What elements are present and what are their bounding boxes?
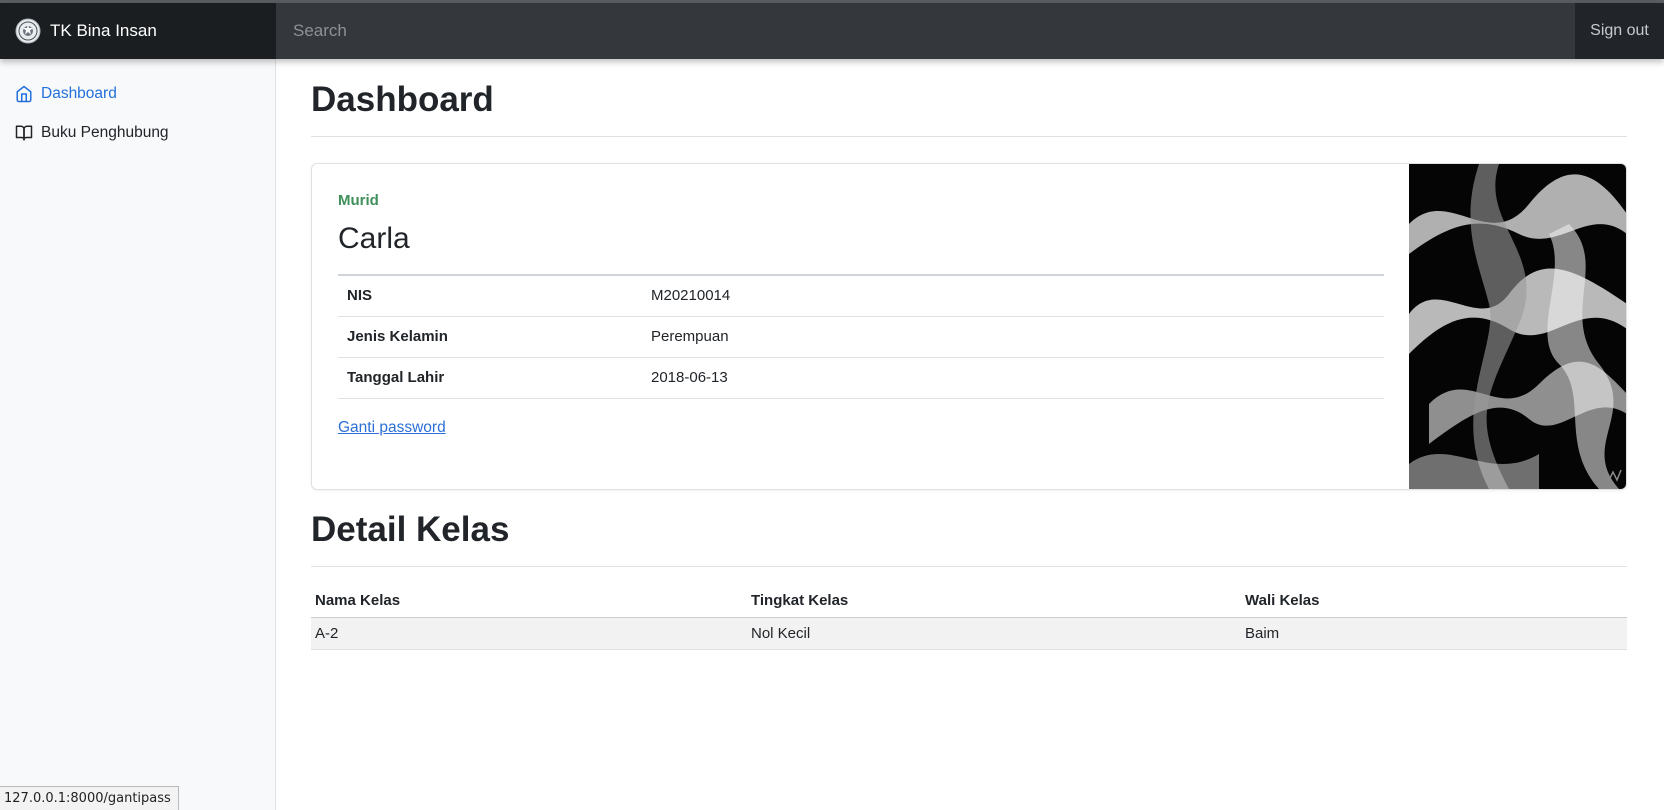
class-detail-table: Nama Kelas Tingkat Kelas Wali Kelas A-2 …: [311, 585, 1627, 650]
info-label-nis: NIS: [347, 287, 373, 305]
brand-link[interactable]: TK Bina Insan: [0, 3, 276, 59]
cell-tingkat-kelas: Nol Kecil: [747, 617, 1241, 650]
sign-out-link[interactable]: Sign out: [1575, 3, 1664, 59]
sidebar-item-label: Buku Penghubung: [41, 124, 169, 141]
browser-status-url: 127.0.0.1:8000/gantipass: [0, 786, 179, 810]
column-header-tingkat-kelas: Tingkat Kelas: [747, 585, 1241, 618]
column-header-nama-kelas: Nama Kelas: [311, 585, 747, 618]
search-input[interactable]: [276, 3, 1575, 59]
info-value-birthdate: 2018-06-13: [651, 369, 728, 386]
sidebar-item-buku-penghubung[interactable]: Buku Penghubung: [0, 115, 275, 151]
brand-name: TK Bina Insan: [50, 21, 157, 40]
table-header-row: Nama Kelas Tingkat Kelas Wali Kelas: [311, 585, 1627, 618]
table-row: NIS M20210014: [338, 275, 1384, 316]
info-value-nis: M20210014: [651, 287, 731, 305]
cell-nama-kelas: A-2: [311, 617, 747, 650]
role-label: Murid: [338, 192, 379, 209]
home-icon: [15, 85, 33, 103]
info-label-birthdate: Tanggal Lahir: [347, 369, 445, 386]
student-info-table: NIS M20210014 Jenis Kelamin Perempuan Ta…: [338, 274, 1384, 399]
school-logo-icon: [15, 18, 41, 44]
section-divider: [311, 566, 1627, 567]
title-divider: [311, 136, 1627, 137]
info-label-gender: Jenis Kelamin: [347, 328, 448, 345]
column-header-wali-kelas: Wali Kelas: [1241, 585, 1627, 618]
cell-wali-kelas: Baim: [1241, 617, 1627, 650]
table-row: Jenis Kelamin Perempuan: [338, 316, 1384, 357]
change-password-link[interactable]: Ganti password: [338, 419, 446, 437]
table-row: A-2 Nol Kecil Baim: [311, 617, 1627, 650]
class-section-title: Detail Kelas: [311, 510, 510, 549]
sidebar-item-label: Dashboard: [41, 85, 117, 102]
sidebar: Dashboard Buku Penghubung: [0, 59, 276, 810]
student-profile-card: Murid Carla NIS M20210014 Jenis Kelamin …: [311, 163, 1627, 490]
info-value-gender: Perempuan: [651, 328, 729, 345]
page-title: Dashboard: [311, 80, 494, 119]
book-icon: [15, 124, 33, 142]
table-row: Tanggal Lahir 2018-06-13: [338, 357, 1384, 398]
top-navbar: TK Bina Insan Sign out: [0, 3, 1664, 59]
profile-image: [1409, 164, 1626, 489]
student-name: Carla: [338, 222, 410, 255]
sidebar-item-dashboard[interactable]: Dashboard: [0, 76, 275, 112]
